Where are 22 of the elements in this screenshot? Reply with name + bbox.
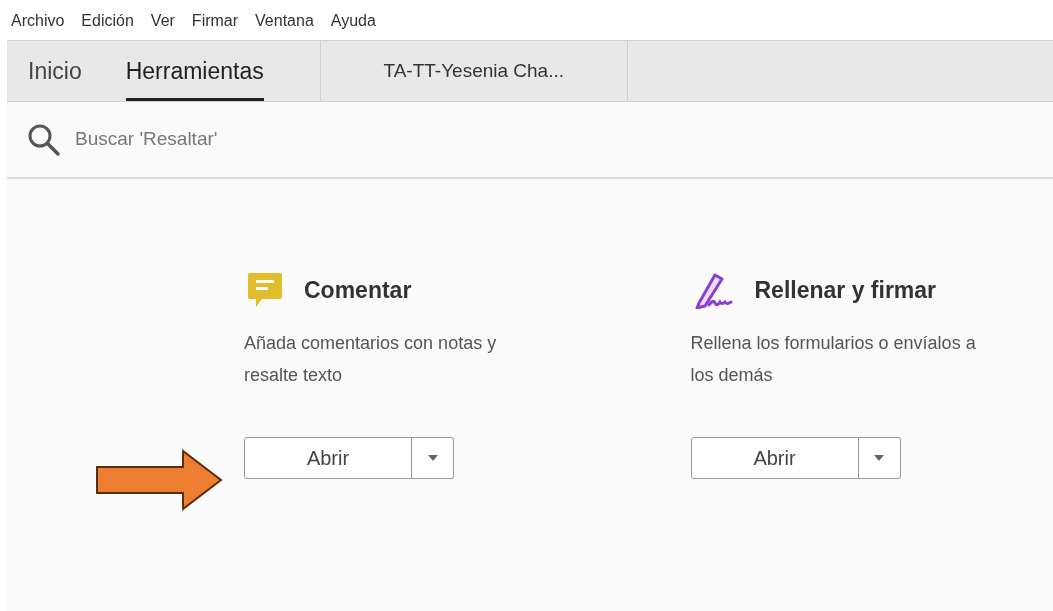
caret-icon [874, 455, 884, 461]
dropdown-button[interactable] [412, 437, 454, 479]
menu-item[interactable]: Ayuda [330, 9, 376, 33]
open-button[interactable]: Abrir [690, 437, 859, 479]
caret-icon [427, 455, 438, 461]
tool-description: Añada comentarios con notas y resalte texto [244, 332, 498, 387]
search-field[interactable]: Buscar 'Resaltar' [7, 102, 1053, 179]
document-tab[interactable]: TA-TT-Yesenia Cha... [383, 56, 565, 86]
comment-icon [246, 271, 284, 309]
open-button[interactable]: Abrir [244, 437, 412, 479]
tool-description: Rellena los formularios o envíalos a los demás [690, 332, 977, 387]
search-input[interactable]: Buscar 'Resaltar' [75, 125, 1053, 154]
menu-item[interactable]: Archivo [11, 9, 65, 33]
menu-item[interactable]: Edición [81, 9, 134, 33]
tool-title: Comentar [304, 275, 412, 305]
dropdown-button[interactable] [858, 437, 901, 479]
tool-title: Rellenar y firmar [754, 275, 937, 305]
tab[interactable]: Inicio [28, 41, 82, 101]
menu-item[interactable]: Ver [150, 9, 175, 33]
search-icon [27, 122, 61, 157]
menu-item[interactable]: Firmar [191, 9, 239, 33]
menu-item[interactable]: Ventana [255, 9, 314, 33]
